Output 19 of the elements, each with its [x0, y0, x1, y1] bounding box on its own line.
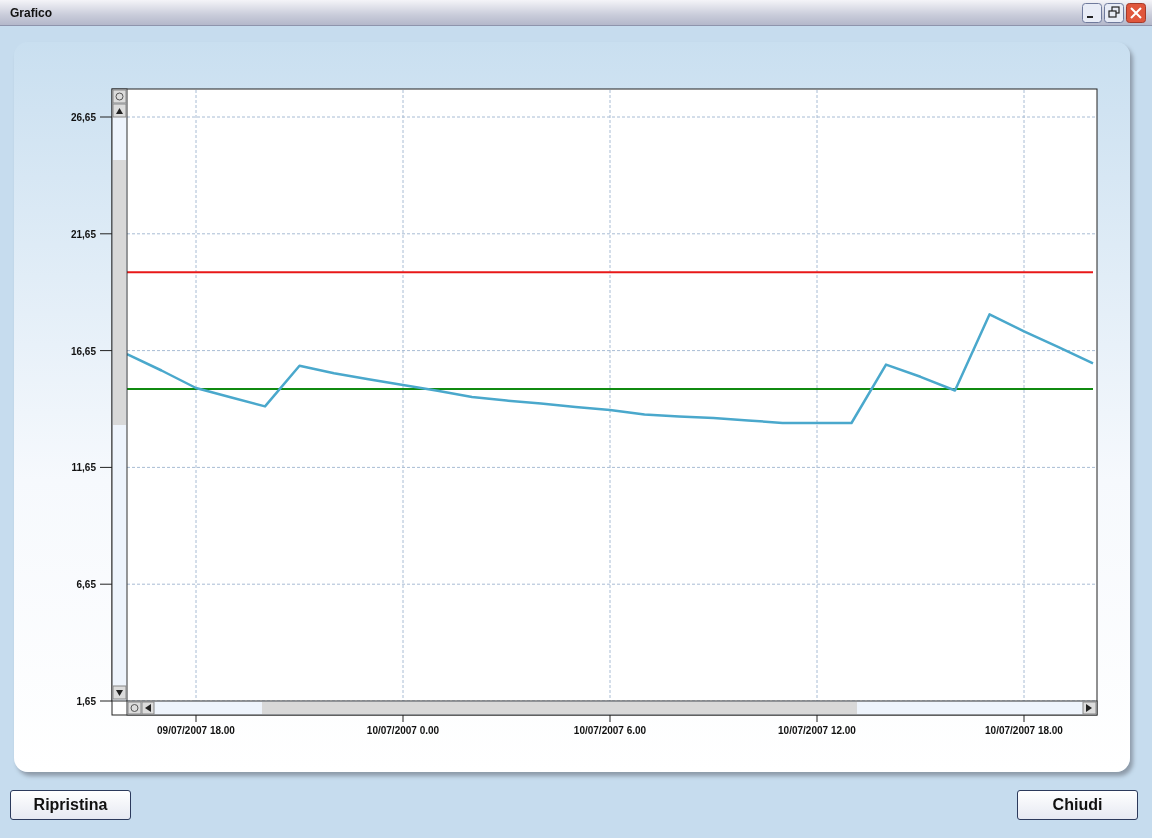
close-icon[interactable]: [1126, 2, 1146, 23]
horizontal-scrollbar[interactable]: [126, 700, 1098, 716]
x-axis-label: 10/07/2007 6.00: [573, 725, 647, 736]
x-axis-label: 10/07/2007 12.00: [778, 725, 856, 736]
y-axis-label: 16,65: [70, 345, 96, 357]
x-axis-label: 10/07/2007 0.00: [366, 725, 440, 736]
y-axis-label: 11,65: [71, 462, 96, 474]
y-axis-label: 6,65: [76, 579, 96, 591]
close-button[interactable]: Chiudi: [1017, 790, 1138, 820]
x-axis-label: 09/07/2007 18.00: [157, 725, 235, 736]
y-axis-label: 1,65: [76, 696, 96, 707]
reset-button[interactable]: Ripristina: [10, 790, 131, 820]
window-title: Grafico: [10, 5, 52, 20]
minimize-icon[interactable]: [1082, 2, 1102, 23]
restore-icon[interactable]: [1104, 2, 1124, 23]
y-axis-label: 21,65: [70, 228, 96, 240]
x-axis-label: 10/07/2007 18.00: [985, 725, 1063, 736]
vertical-scrollbar[interactable]: [111, 88, 128, 702]
y-axis-label: 26,65: [70, 112, 96, 123]
